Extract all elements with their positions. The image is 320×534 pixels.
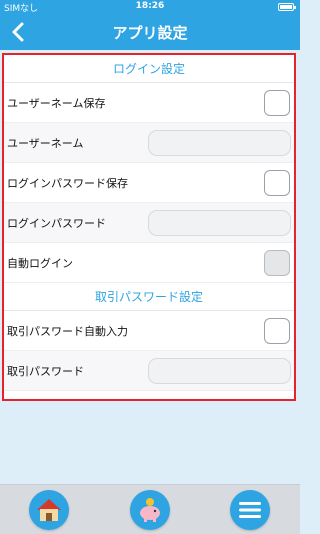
username-row: ユーザーネーム [4,123,294,163]
menu-icon [239,502,261,518]
savings-button[interactable] [130,490,170,530]
save-username-checkbox[interactable] [264,90,290,116]
battery-icon [278,3,296,11]
password-field[interactable] [148,210,291,236]
piggy-bank-icon [140,498,160,522]
save-password-label: ログインパスワード保存 [7,176,128,190]
trade-password-header: 取引パスワード設定 [4,283,294,311]
trade-password-field[interactable] [148,358,291,384]
home-icon [37,499,61,521]
password-label: ログインパスワード [7,216,106,230]
auto-login-checkbox[interactable] [264,250,290,276]
password-row: ログインパスワード [4,203,294,243]
auto-login-row: 自動ログイン [4,243,294,283]
clock: 18:26 [135,1,165,11]
username-field[interactable] [148,130,291,156]
page-title: アプリ設定 [112,24,188,42]
menu-button[interactable] [230,490,270,530]
username-label: ユーザーネーム [7,136,84,150]
save-password-row: ログインパスワード保存 [4,163,294,203]
auto-login-label: 自動ログイン [7,256,73,270]
save-username-row: ユーザーネーム保存 [4,83,294,123]
tab-bar [0,484,300,534]
auto-fill-row: 取引パスワード自動入力 [4,311,294,351]
auto-fill-label: 取引パスワード自動入力 [7,324,128,338]
nav-bar: アプリ設定 [0,14,300,50]
trade-password-label: 取引パスワード [7,364,84,378]
status-bar: SIMなし 18:26 [0,0,300,14]
auto-fill-checkbox[interactable] [264,318,290,344]
settings-panel: ログイン設定 ユーザーネーム保存 ユーザーネーム ログインパスワード保存 ログイ… [2,53,296,401]
save-username-label: ユーザーネーム保存 [7,96,106,110]
home-button[interactable] [29,490,69,530]
save-password-checkbox[interactable] [264,170,290,196]
trade-password-row: 取引パスワード [4,351,294,391]
login-settings-header: ログイン設定 [4,55,294,83]
